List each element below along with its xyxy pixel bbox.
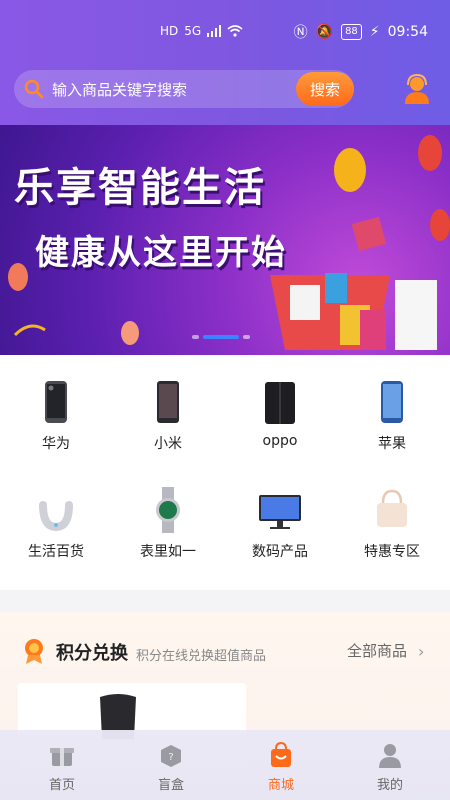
all-products-link[interactable]: 全部商品 — [347, 640, 407, 661]
category-label: 生活百货 — [28, 544, 84, 560]
category-huawei[interactable]: 华为 — [0, 355, 112, 455]
svg-text:?: ? — [168, 752, 173, 763]
search-button[interactable]: 搜索 — [296, 72, 354, 106]
blind-box-icon: ? — [161, 745, 181, 767]
nav-label: 商城 — [267, 778, 294, 793]
nav-label: 我的 — [376, 778, 403, 793]
battery-level: 88 — [341, 24, 362, 40]
category-special-offers[interactable]: 特惠专区 — [336, 463, 448, 563]
category-label: oppo — [262, 433, 298, 449]
category-label: 小米 — [154, 436, 182, 452]
search-icon — [24, 79, 44, 99]
nav-mine[interactable]: 我的 — [334, 730, 446, 800]
points-title: 积分兑换 — [56, 643, 128, 664]
carousel-dot[interactable] — [243, 335, 250, 339]
status-bar: HD 5G Ⓝ 🔕 88 ⚡ 09:54 — [0, 0, 450, 58]
shopping-bag-icon — [271, 742, 291, 767]
category-label: 苹果 — [378, 436, 406, 452]
category-label: 华为 — [42, 436, 70, 452]
banner-subheadline: 健康从这里开始 — [35, 233, 287, 273]
category-label: 数码产品 — [252, 544, 308, 560]
category-xiaomi[interactable]: 小米 — [112, 355, 224, 455]
signal-icon — [207, 25, 222, 37]
home-gift-icon — [50, 748, 74, 766]
category-grid: 华为 小米 oppo 苹果 生活百货 表里如一 数码产品 特惠专区 — [0, 355, 450, 590]
charging-icon: ⚡ — [369, 24, 380, 40]
customer-service-icon[interactable] — [403, 74, 431, 104]
banner-headline: 乐享智能生活 — [14, 165, 266, 211]
nfc-icon: Ⓝ — [293, 25, 308, 41]
neck-massager-icon — [39, 501, 73, 532]
carousel-dot[interactable] — [192, 335, 199, 339]
phone-icon — [157, 381, 179, 423]
category-apple[interactable]: 苹果 — [336, 355, 448, 455]
category-label: 特惠专区 — [364, 544, 420, 560]
wifi-icon — [227, 25, 243, 37]
category-digital[interactable]: 数码产品 — [224, 463, 336, 563]
search-input[interactable]: 输入商品关键字搜索 搜索 — [14, 70, 354, 108]
category-daily-goods[interactable]: 生活百货 — [0, 463, 112, 563]
header: HD 5G Ⓝ 🔕 88 ⚡ 09:54 输入商品关键字搜索 搜索 — [0, 0, 450, 125]
phone-icon — [381, 381, 403, 423]
phone-icon — [45, 381, 67, 423]
nav-mall[interactable]: 商城 — [225, 730, 337, 800]
category-label: 表里如一 — [140, 544, 196, 560]
category-oppo[interactable]: oppo — [224, 355, 336, 455]
medal-icon — [25, 639, 43, 664]
bottom-nav: 首页 ? 盲盒 商城 我的 — [0, 730, 450, 800]
watch-icon — [156, 487, 180, 533]
monitor-icon — [259, 495, 301, 529]
status-left: HD 5G — [160, 24, 243, 38]
handbag-icon — [377, 489, 407, 527]
carousel-dot-active[interactable] — [203, 335, 239, 339]
user-icon — [379, 744, 401, 768]
network-indicator: 5G — [184, 24, 202, 38]
foldable-phone-icon — [265, 382, 295, 424]
hd-indicator: HD — [160, 24, 179, 38]
nav-label: 首页 — [48, 778, 75, 793]
promo-banner[interactable]: 乐享智能生活 健康从这里开始 — [0, 125, 450, 355]
status-right: Ⓝ 🔕 88 ⚡ 09:54 — [294, 22, 428, 42]
search-placeholder: 输入商品关键字搜索 — [52, 81, 188, 99]
status-time: 09:54 — [387, 24, 428, 40]
mute-icon: 🔕 — [315, 24, 334, 40]
nav-home[interactable]: 首页 — [6, 730, 118, 800]
points-subtitle: 积分在线兑换超值商品 — [136, 649, 267, 664]
category-watches[interactable]: 表里如一 — [112, 463, 224, 563]
chevron-right-icon[interactable]: › — [418, 642, 424, 661]
carousel-indicator — [192, 335, 250, 339]
nav-blind-box[interactable]: ? 盲盒 — [115, 730, 227, 800]
nav-label: 盲盒 — [157, 778, 184, 793]
search-row: 输入商品关键字搜索 搜索 — [14, 70, 436, 108]
